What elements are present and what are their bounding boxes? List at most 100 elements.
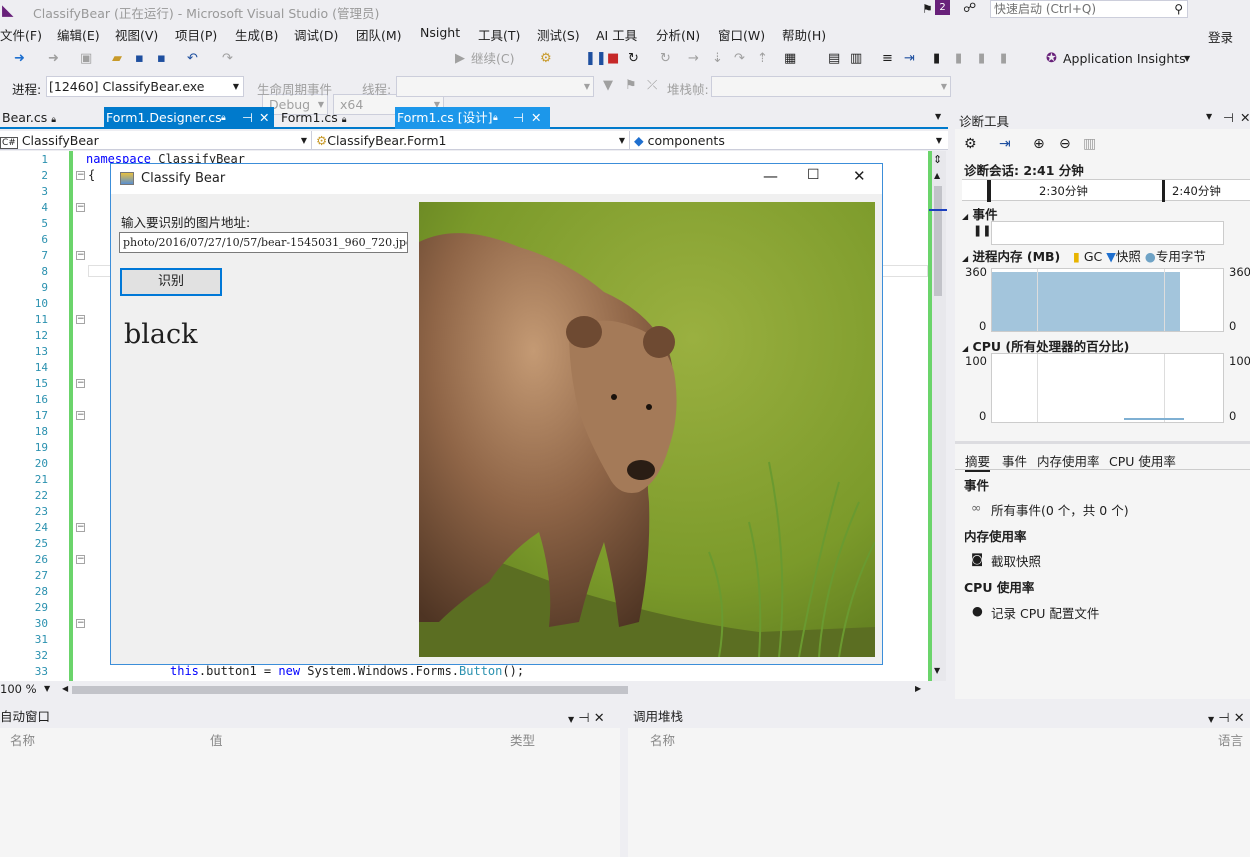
maximize-icon[interactable]: ☐ — [807, 167, 820, 183]
scroll-down-icon[interactable]: ▼ — [934, 666, 940, 675]
image-url-input[interactable]: photo/2016/07/27/10/57/bear-1545031_960_… — [119, 232, 408, 253]
clear-bookmarks-icon[interactable]: ▮ — [1000, 51, 1007, 67]
minimize-icon[interactable]: — — [763, 167, 778, 185]
collapse-region-icon[interactable]: − — [76, 555, 85, 564]
next-bookmark-icon[interactable]: ▮ — [978, 51, 985, 67]
filter-icon[interactable]: ▼ — [603, 78, 613, 94]
notification-count-badge[interactable]: 2 — [935, 0, 950, 15]
menu-nsight[interactable]: Nsight — [420, 25, 460, 40]
editor-vertical-scroll-thumb[interactable] — [934, 186, 942, 296]
menu-team[interactable]: 团队(M) — [356, 25, 402, 44]
collapse-icon[interactable]: ◢ — [962, 254, 968, 263]
attach-process-icon[interactable]: ⚙ — [540, 51, 552, 67]
continue-button[interactable]: 继续(C) — [471, 51, 514, 67]
close-icon[interactable]: ✕ — [594, 711, 605, 726]
stack-frame-dropdown[interactable]: ▼ — [711, 76, 951, 97]
collapse-region-icon[interactable]: − — [76, 251, 85, 260]
application-insights-button[interactable]: Application Insights — [1063, 51, 1186, 67]
navigate-forward-icon[interactable]: ➜ — [48, 51, 59, 67]
project-dropdown[interactable]: C# ClassifyBear ▼ — [0, 131, 312, 150]
restart-icon[interactable]: ↻ — [628, 51, 639, 67]
menu-ai-tools[interactable]: AI 工具 — [596, 25, 637, 44]
pin-icon[interactable]: ⊣ — [578, 711, 589, 726]
settings-gear-icon[interactable]: ⚙ — [964, 136, 977, 152]
column-header-value[interactable]: 值 — [210, 730, 223, 749]
pin-icon[interactable]: ⊣ — [242, 107, 253, 129]
thread-dropdown[interactable]: ▼ — [396, 76, 594, 97]
tab-form1-designer-cs[interactable]: Form1.Designer.cs 🔒︎ ⊣ ✕ — [104, 107, 274, 129]
indent-icon[interactable]: ⇥ — [904, 51, 915, 67]
record-cpu-profile-button[interactable]: 记录 CPU 配置文件 — [991, 603, 1099, 622]
continue-play-icon[interactable]: ▶ — [455, 51, 465, 67]
comment-icon[interactable]: ▤ — [828, 51, 840, 67]
step-out-icon[interactable]: ⇡ — [757, 51, 768, 67]
collapse-icon[interactable]: ◢ — [962, 344, 968, 353]
chevron-down-icon[interactable]: ▼ — [1184, 51, 1190, 67]
timeline-ruler[interactable]: 2:30分钟 2:40分钟 — [962, 179, 1250, 202]
class-dropdown[interactable]: ⚙ClassifyBear.Form1 ▼ — [316, 131, 630, 150]
cpu-graph[interactable] — [991, 353, 1224, 423]
menu-view[interactable]: 视图(V) — [115, 25, 158, 44]
collapse-region-icon[interactable]: − — [76, 619, 85, 628]
menu-project[interactable]: 项目(P) — [175, 25, 217, 44]
menu-file[interactable]: 文件(F) — [0, 25, 42, 44]
show-next-statement-icon[interactable]: ↻ — [660, 51, 671, 67]
close-tab-icon[interactable]: ✕ — [259, 107, 269, 129]
take-snapshot-button[interactable]: 截取快照 — [991, 551, 1041, 570]
process-dropdown[interactable]: [12460] ClassifyBear.exe ▼ — [46, 76, 244, 97]
step-over2-icon[interactable]: ↷ — [734, 51, 745, 67]
editor-horizontal-scroll-thumb[interactable] — [72, 686, 628, 694]
zoom-out-icon[interactable]: ⊖ — [1059, 136, 1071, 152]
close-icon[interactable]: ✕ — [1240, 110, 1250, 125]
open-file-icon[interactable]: ▰ — [112, 51, 122, 67]
menu-build[interactable]: 生成(B) — [235, 25, 278, 44]
all-events-link[interactable]: 所有事件(0 个，共 0 个) — [991, 500, 1129, 519]
step-into-icon[interactable]: → — [688, 51, 699, 67]
timeline-selection-end[interactable] — [1162, 180, 1165, 202]
menu-tools[interactable]: 工具(T) — [478, 25, 520, 44]
flag-thread-icon[interactable]: ⚑ — [625, 78, 637, 94]
new-project-icon[interactable]: ▣ — [80, 51, 92, 67]
tab-events[interactable]: 事件 — [1002, 451, 1027, 470]
export-icon[interactable]: ⇥ — [999, 136, 1011, 152]
menu-edit[interactable]: 编辑(E) — [57, 25, 100, 44]
redo-icon[interactable]: ↷ — [222, 51, 233, 67]
scroll-left-icon[interactable]: ◀ — [62, 684, 68, 693]
tab-bear-cs[interactable]: Bear.cs 🔒︎ — [0, 107, 103, 129]
save-icon[interactable]: ▪ — [135, 51, 144, 67]
pause-icon[interactable]: ❚❚ — [585, 51, 607, 67]
tab-overflow-icon[interactable]: ▼ — [935, 112, 941, 121]
split-icon[interactable]: ⇕ — [933, 153, 942, 166]
reset-view-icon[interactable]: ▥ — [1083, 136, 1096, 152]
column-header-name[interactable]: 名称 — [10, 730, 35, 749]
close-icon[interactable]: ✕ — [1234, 711, 1245, 726]
member-dropdown[interactable]: ◆ components ▼ — [634, 131, 946, 150]
menu-help[interactable]: 帮助(H) — [782, 25, 826, 44]
pin-icon[interactable]: ⊣ — [1223, 110, 1234, 125]
expand-callstack-icon[interactable]: ⤫ — [647, 78, 657, 94]
scroll-up-icon[interactable]: ▲ — [934, 171, 940, 180]
collapse-region-icon[interactable]: − — [76, 379, 85, 388]
scroll-right-icon[interactable]: ▶ — [915, 684, 921, 693]
recognize-button[interactable]: 识别 — [120, 268, 222, 296]
navigate-back-icon[interactable]: ➜ — [14, 51, 25, 67]
collapse-region-icon[interactable]: − — [76, 523, 85, 532]
menu-window[interactable]: 窗口(W) — [718, 25, 765, 44]
format-icon[interactable]: ≡ — [882, 51, 893, 67]
quick-launch-input[interactable]: 快速启动 (Ctrl+Q) ⚲ — [990, 0, 1188, 18]
tab-cpu-usage[interactable]: CPU 使用率 — [1109, 451, 1176, 470]
pause-events-icon[interactable]: ❚❚ — [973, 224, 991, 237]
tab-form1-design[interactable]: Form1.cs [设计] 🔒︎ ⊣ ✕ — [395, 107, 550, 129]
sign-in-link[interactable]: 登录 — [1208, 27, 1233, 46]
tab-form1-cs[interactable]: Form1.cs 🔒︎ — [279, 107, 395, 129]
chevron-down-icon[interactable]: ▼ — [568, 715, 574, 724]
zoom-level[interactable]: 100 % — [0, 682, 37, 696]
column-header-name[interactable]: 名称 — [650, 730, 675, 749]
step-over-icon[interactable]: ⇣ — [712, 51, 723, 67]
collapse-region-icon[interactable]: − — [76, 171, 85, 180]
collapse-region-icon[interactable]: − — [76, 203, 85, 212]
undo-icon[interactable]: ↶ — [187, 51, 198, 67]
bookmark-icon[interactable]: ▮ — [933, 51, 940, 67]
pin-icon[interactable]: ⊣ — [1218, 711, 1229, 726]
lifecycle-events-button[interactable]: 生命周期事件 — [257, 79, 332, 98]
